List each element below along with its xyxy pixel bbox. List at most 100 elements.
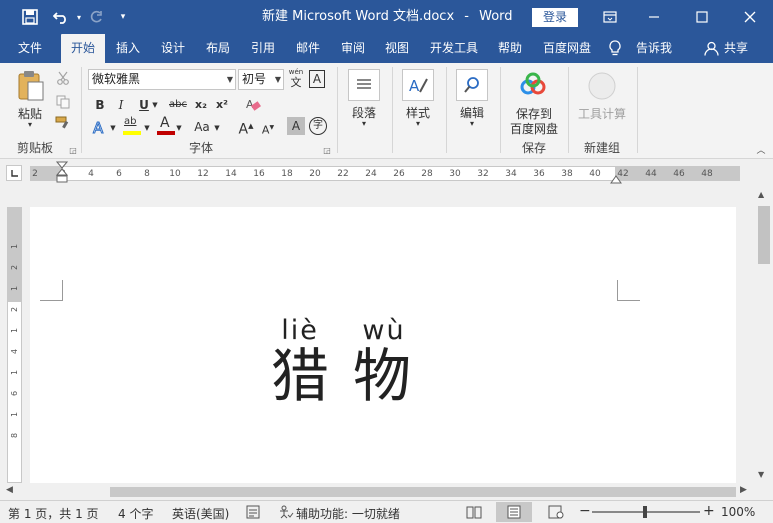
paragraph-icon[interactable]: [348, 69, 380, 101]
font-size-dropdown-icon[interactable]: ▼: [275, 70, 281, 89]
scroll-right-icon[interactable]: ▶: [740, 485, 747, 495]
vruler-number: 1: [10, 327, 19, 334]
font-color-swatch: [157, 131, 175, 135]
change-case-dropdown-icon[interactable]: ▼: [212, 118, 222, 138]
vertical-scroll-thumb[interactable]: [758, 206, 770, 264]
paragraph-dropdown-icon[interactable]: ▾: [342, 119, 386, 128]
vertical-ruler[interactable]: 1 2 1 2 1 4 1 6 1 8: [7, 207, 22, 483]
zoom-level[interactable]: 100%: [721, 505, 755, 519]
tab-home[interactable]: 开始: [61, 34, 105, 63]
save-icon[interactable]: [16, 0, 44, 34]
tab-design[interactable]: 设计: [153, 34, 193, 63]
collapse-ribbon-icon[interactable]: ︿: [754, 143, 768, 156]
user-icon[interactable]: [704, 41, 719, 59]
editing-dropdown-icon[interactable]: ▾: [450, 119, 494, 128]
clear-formatting-icon[interactable]: A: [244, 96, 262, 114]
macro-record-icon[interactable]: [246, 505, 260, 522]
baidu-netdisk-icon[interactable]: [518, 71, 548, 99]
font-color-dropdown-icon[interactable]: ▼: [174, 118, 184, 138]
read-mode-icon[interactable]: [466, 505, 482, 522]
page-info[interactable]: 第 1 页，共 1 页: [8, 505, 99, 522]
login-button[interactable]: 登录: [532, 8, 578, 27]
enclose-characters-button[interactable]: 字: [309, 117, 327, 135]
underline-dropdown-icon[interactable]: ▼: [150, 95, 160, 115]
tab-developer[interactable]: 开发工具: [422, 34, 486, 63]
zoom-in-button[interactable]: +: [703, 503, 715, 519]
accessibility-status[interactable]: 辅助功能: 一切就绪: [296, 505, 400, 522]
font-size-combobox[interactable]: 初号 ▼: [238, 69, 284, 90]
phonetic-guide-button[interactable]: wén 文: [288, 68, 304, 90]
ruler-number: 40: [589, 169, 601, 179]
scroll-left-icon[interactable]: ◀: [6, 485, 13, 495]
subscript-button[interactable]: x₂: [191, 95, 211, 115]
tab-help[interactable]: 帮助: [490, 34, 530, 63]
tool-calc-icon[interactable]: [587, 71, 617, 101]
minimize-icon[interactable]: [642, 0, 666, 34]
tab-mailings[interactable]: 邮件: [288, 34, 328, 63]
font-dialog-launcher-icon[interactable]: ◲: [322, 145, 332, 155]
font-name-combobox[interactable]: 微软雅黑 ▼: [88, 69, 236, 90]
ribbon-display-options-icon[interactable]: [598, 0, 622, 34]
undo-dropdown-icon[interactable]: ▾: [74, 0, 84, 34]
tab-file[interactable]: 文件: [8, 34, 52, 63]
strikethrough-button[interactable]: abc: [167, 95, 189, 115]
share-button[interactable]: 共享: [721, 34, 751, 63]
zoom-out-button[interactable]: −: [579, 503, 591, 519]
tab-review[interactable]: 审阅: [333, 34, 373, 63]
horizontal-scroll-thumb[interactable]: [110, 487, 736, 497]
paste-icon[interactable]: [14, 69, 48, 103]
font-color-button[interactable]: A: [156, 115, 176, 136]
print-layout-button[interactable]: [496, 502, 532, 522]
cut-icon[interactable]: [54, 69, 72, 87]
undo-icon[interactable]: [48, 0, 74, 34]
highlight-color-button[interactable]: ab: [122, 116, 144, 136]
character-border-button[interactable]: A: [309, 70, 325, 88]
language[interactable]: 英语(美国): [172, 505, 229, 522]
horizontal-scrollbar[interactable]: ◀ ▶: [0, 484, 755, 500]
scroll-down-icon[interactable]: ▼: [758, 470, 764, 479]
text-effects-icon[interactable]: A: [90, 117, 110, 137]
styles-icon[interactable]: A: [402, 69, 434, 101]
tool-calc-button[interactable]: 工具计算: [574, 105, 630, 122]
tab-references[interactable]: 引用: [243, 34, 283, 63]
tell-me-box[interactable]: 告诉我: [632, 34, 676, 63]
shrink-font-button[interactable]: A▼: [258, 118, 278, 138]
tab-layout[interactable]: 布局: [198, 34, 238, 63]
indent-markers-icon[interactable]: [55, 161, 69, 191]
font-name-dropdown-icon[interactable]: ▼: [227, 70, 233, 89]
paste-dropdown-icon[interactable]: ▾: [10, 120, 50, 129]
document-page[interactable]: liè wù 猎 物: [30, 207, 736, 483]
redo-icon[interactable]: [86, 0, 106, 34]
save-to-baidu-line2[interactable]: 百度网盘: [506, 120, 562, 137]
tab-view[interactable]: 视图: [377, 34, 417, 63]
bold-button[interactable]: B: [90, 95, 110, 115]
maximize-icon[interactable]: [690, 0, 714, 34]
customize-qat-icon[interactable]: ▾: [114, 0, 132, 34]
zoom-slider-thumb[interactable]: [643, 506, 647, 518]
scroll-up-icon[interactable]: ▲: [758, 190, 764, 199]
change-case-button[interactable]: Aa: [190, 117, 214, 137]
tab-insert[interactable]: 插入: [108, 34, 148, 63]
close-icon[interactable]: [738, 0, 762, 34]
search-icon[interactable]: [456, 69, 488, 101]
italic-button[interactable]: I: [111, 95, 131, 115]
clipboard-dialog-launcher-icon[interactable]: ◲: [68, 145, 78, 155]
lightbulb-icon[interactable]: [608, 40, 622, 60]
tab-baidu-netdisk[interactable]: 百度网盘: [536, 34, 598, 63]
character-shading-button[interactable]: A: [287, 117, 305, 135]
vruler-number: 1: [10, 285, 19, 292]
copy-icon[interactable]: [54, 93, 72, 111]
grow-font-button[interactable]: A▲: [236, 116, 256, 138]
vertical-scrollbar[interactable]: ▲ ▼: [755, 188, 773, 484]
web-layout-icon[interactable]: [548, 505, 564, 522]
right-indent-marker-icon[interactable]: [610, 173, 622, 184]
format-painter-icon[interactable]: [54, 115, 72, 133]
horizontal-ruler[interactable]: 2246810121416182022242628303234363840424…: [30, 166, 740, 181]
styles-dropdown-icon[interactable]: ▾: [396, 119, 440, 128]
superscript-button[interactable]: x²: [212, 95, 232, 115]
accessibility-icon[interactable]: [278, 505, 294, 522]
word-count[interactable]: 4 个字: [118, 505, 153, 522]
tab-selector-icon[interactable]: [6, 165, 22, 181]
text-effects-dropdown-icon[interactable]: ▼: [108, 118, 118, 138]
highlight-dropdown-icon[interactable]: ▼: [142, 118, 152, 138]
